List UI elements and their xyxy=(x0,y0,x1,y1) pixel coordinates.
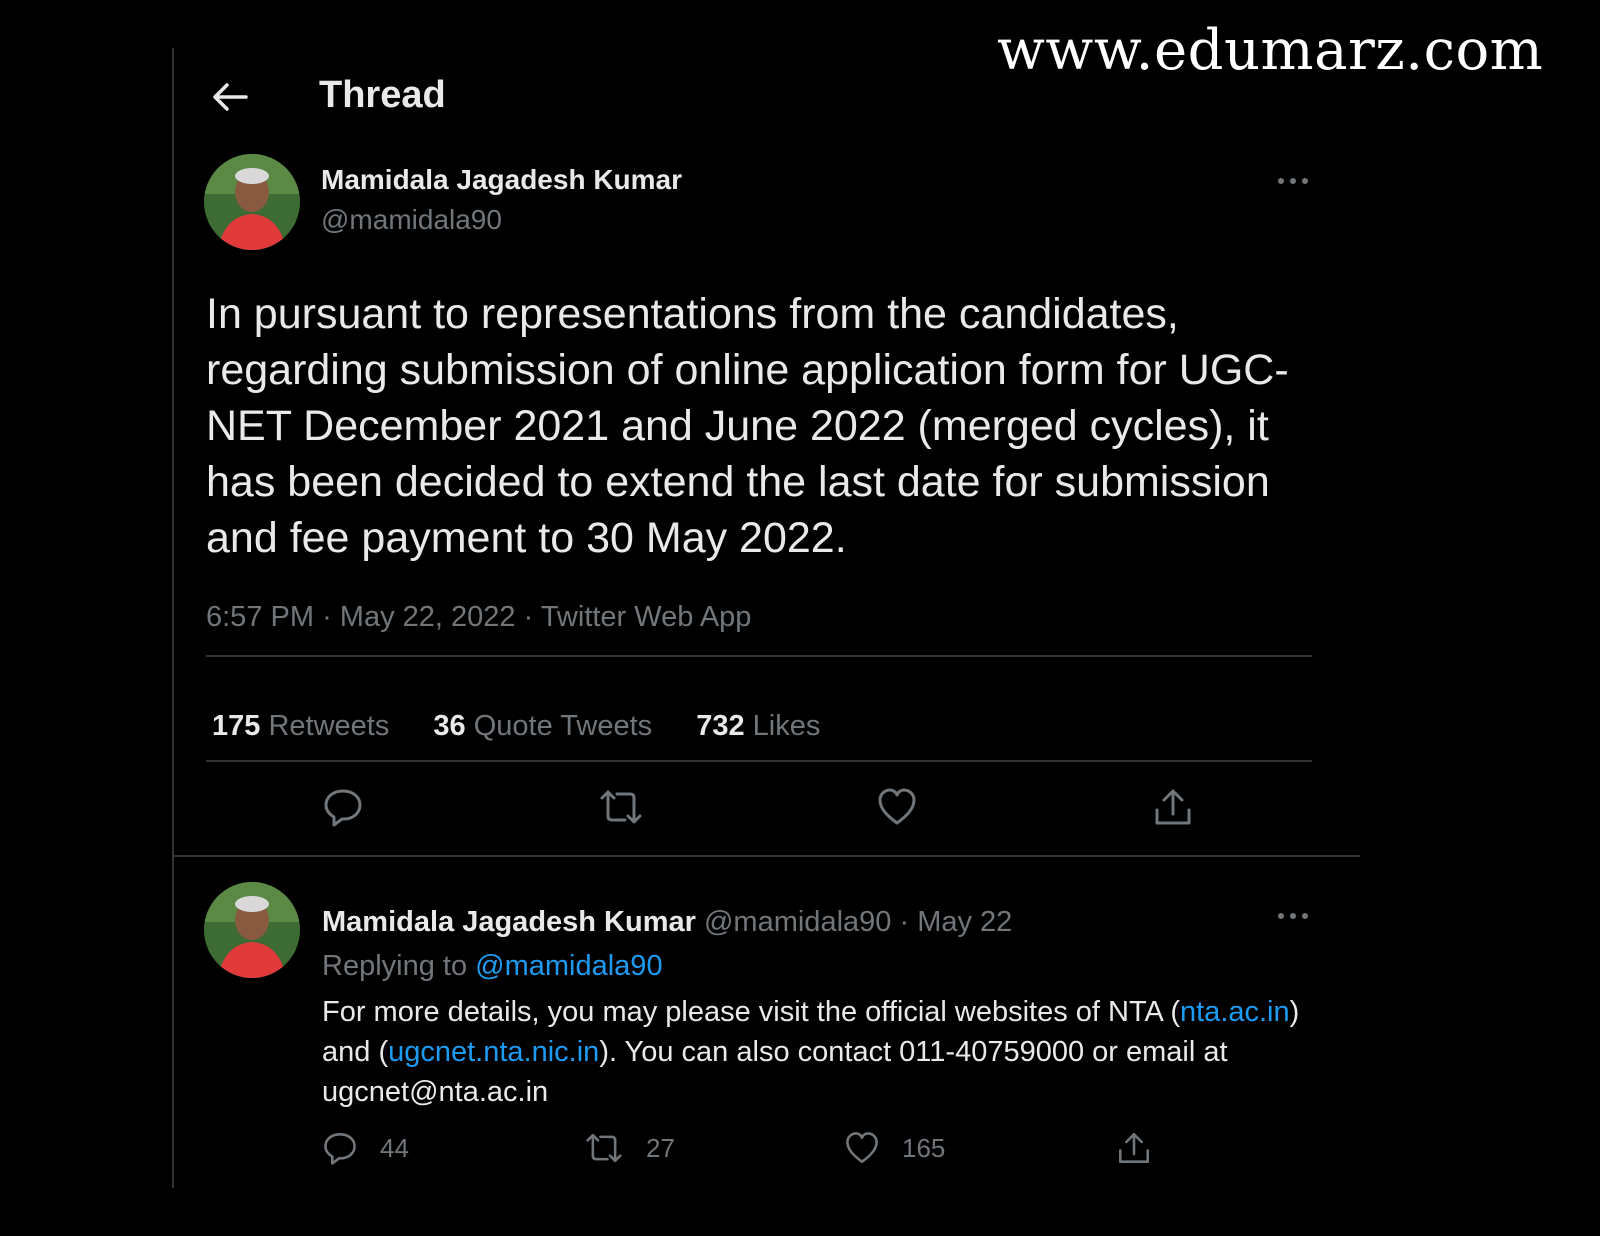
meta-separator: · xyxy=(899,906,910,938)
meta-separator: · xyxy=(523,601,534,633)
like-icon[interactable] xyxy=(876,786,918,828)
reply-icon xyxy=(324,1133,356,1165)
reply-icon[interactable] xyxy=(322,786,364,828)
thread-header: Thread xyxy=(174,48,1360,148)
reply-count: 44 xyxy=(380,1132,409,1163)
like-icon xyxy=(846,1132,878,1163)
meta-separator: · xyxy=(322,601,332,633)
more-options-icon[interactable] xyxy=(1276,176,1310,186)
avatar-image xyxy=(204,882,300,978)
page-title: Thread xyxy=(319,74,446,116)
reply-action-like[interactable]: 165 xyxy=(844,1128,945,1168)
retweet-count: 27 xyxy=(646,1132,675,1163)
likes-stat[interactable]: 732 Likes xyxy=(696,710,820,743)
reply-text: For more details, you may please visit t… xyxy=(322,992,1322,1112)
replying-to: Replying to @mamidala90 xyxy=(322,950,663,983)
reply-action-reply[interactable]: 44 xyxy=(322,1128,409,1168)
author-handle[interactable]: @mamidala90 xyxy=(321,204,502,236)
avatar[interactable] xyxy=(204,882,300,978)
reply-date[interactable]: May 22 xyxy=(917,906,1012,938)
arrow-left-icon[interactable] xyxy=(210,80,248,114)
ugcnet-link[interactable]: ugcnet.nta.nic.in xyxy=(388,1036,599,1068)
avatar[interactable] xyxy=(204,154,300,250)
avatar-image xyxy=(204,154,300,250)
quote-tweets-stat[interactable]: 36 Quote Tweets xyxy=(433,710,652,743)
retweet-icon[interactable] xyxy=(598,786,644,828)
divider xyxy=(206,655,1312,657)
tweet-meta: 6:57 PM · May 22, 2022 · Twitter Web App xyxy=(206,601,751,634)
tweet-source[interactable]: Twitter Web App xyxy=(541,601,752,633)
reply-action-retweet[interactable]: 27 xyxy=(584,1128,675,1168)
tweet-text: In pursuant to representations from the … xyxy=(206,290,1289,562)
retweets-count: 175 xyxy=(212,710,261,742)
likes-count: 732 xyxy=(696,710,745,742)
quote-tweets-label: Quote Tweets xyxy=(473,710,653,742)
replying-label: Replying to xyxy=(322,950,468,982)
replying-handle-link[interactable]: @mamidala90 xyxy=(475,950,662,982)
retweet-icon xyxy=(586,1133,622,1163)
retweets-label: Retweets xyxy=(268,710,390,742)
divider xyxy=(206,760,1312,762)
tweet-stats: 175 Retweets 36 Quote Tweets 732 Likes xyxy=(212,710,856,743)
reply-action-share[interactable] xyxy=(1116,1128,1152,1168)
quote-tweets-count: 36 xyxy=(433,710,466,742)
reply-author-name[interactable]: Mamidala Jagadesh Kumar xyxy=(322,906,696,938)
reply-text-part: For more details, you may please visit t… xyxy=(322,996,1180,1028)
more-options-icon[interactable] xyxy=(1276,911,1310,921)
likes-label: Likes xyxy=(752,710,821,742)
author-name[interactable]: Mamidala Jagadesh Kumar xyxy=(321,164,682,196)
tweet-time[interactable]: 6:57 PM xyxy=(206,601,314,633)
retweets-stat[interactable]: 175 Retweets xyxy=(212,710,389,743)
divider xyxy=(174,855,1360,857)
share-icon[interactable] xyxy=(1152,786,1194,828)
nta-link[interactable]: nta.ac.in xyxy=(1180,996,1290,1028)
thread-column: Thread Mamidala Jagadesh Kumar @mamidala… xyxy=(172,48,1360,1188)
like-count: 165 xyxy=(902,1132,946,1163)
reply-header: Mamidala Jagadesh Kumar @mamidala90 · Ma… xyxy=(322,906,1012,939)
share-icon xyxy=(1119,1133,1149,1163)
reply-author-handle[interactable]: @mamidala90 xyxy=(704,906,891,938)
tweet-date[interactable]: May 22, 2022 xyxy=(340,601,516,633)
